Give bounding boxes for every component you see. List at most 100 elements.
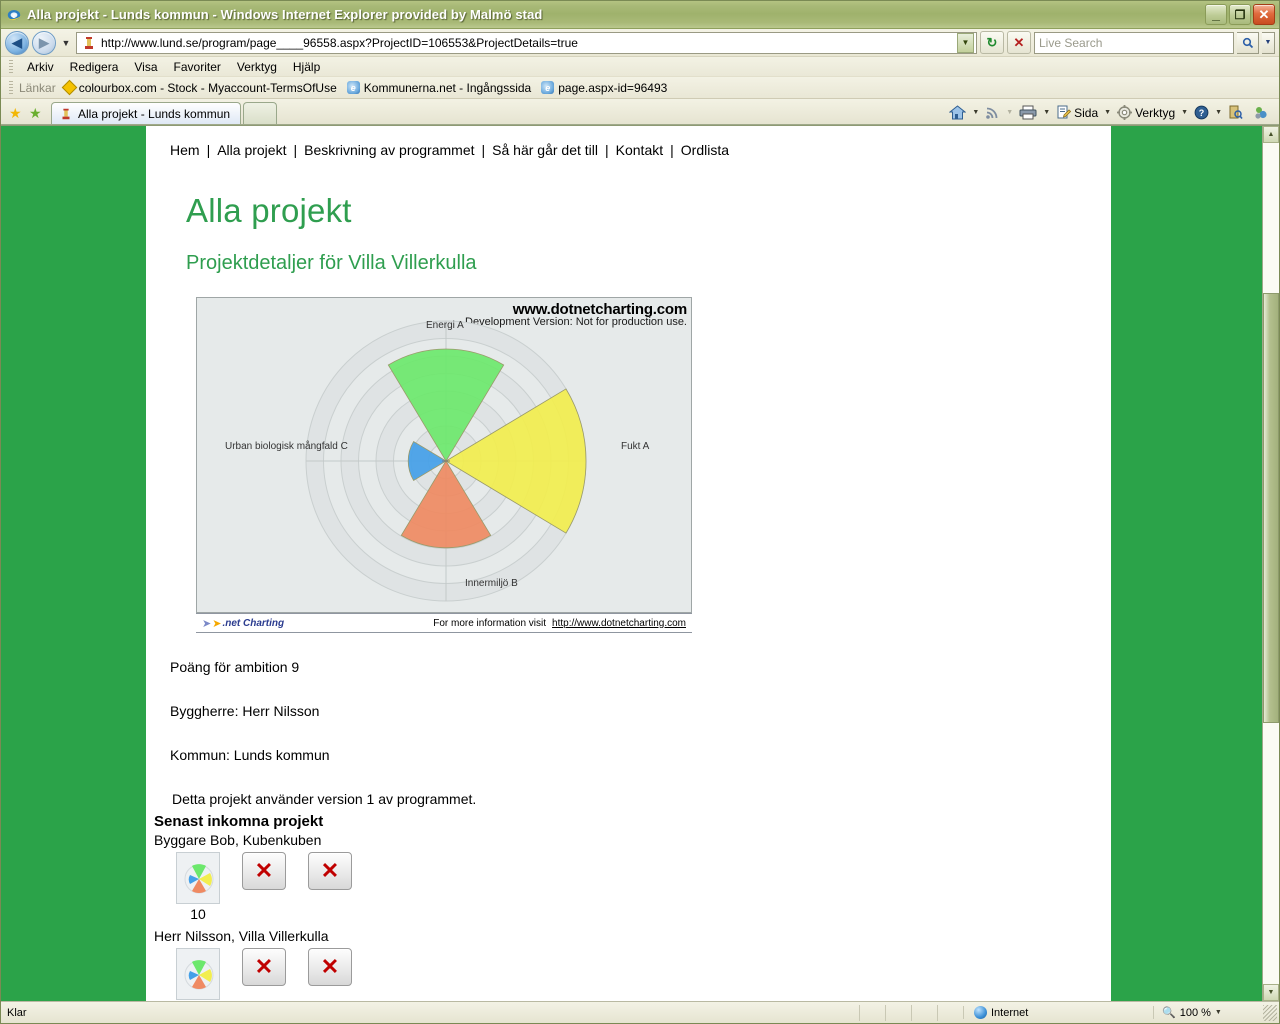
status-cell: [937, 1004, 963, 1021]
dotnetcharting-logo: ➤ ➤ .net Charting: [202, 617, 284, 630]
print-caret-icon[interactable]: ▼: [1043, 109, 1050, 116]
history-dropdown-button[interactable]: ▼: [59, 38, 73, 48]
scroll-up-button[interactable]: ▲: [1263, 126, 1279, 143]
feeds-button[interactable]: [981, 104, 1004, 121]
messenger-button[interactable]: [1249, 104, 1273, 121]
menu-grip[interactable]: [9, 59, 13, 74]
restore-button[interactable]: ❐: [1229, 4, 1251, 25]
link-label: page.aspx-id=96493: [558, 80, 668, 95]
page-menu-button[interactable]: Sida: [1052, 104, 1102, 121]
link-label: Kommunerna.net - Ingångssida: [363, 80, 532, 95]
close-icon: ✕: [1258, 7, 1270, 22]
vertical-scrollbar[interactable]: ▲ ▼: [1262, 126, 1279, 1001]
recent-project-row: 10 ✕ ✕: [154, 852, 1111, 922]
title-bar: e Alla projekt - Lunds kommun - Windows …: [1, 1, 1279, 29]
search-button[interactable]: [1237, 31, 1259, 54]
project-thumbnail[interactable]: [176, 948, 220, 1000]
list-item: Byggare Bob, Kubenkuben 10 ✕ ✕: [154, 832, 1111, 922]
scroll-track[interactable]: [1263, 143, 1279, 984]
minimize-button[interactable]: _: [1205, 4, 1227, 25]
close-button[interactable]: ✕: [1253, 4, 1275, 25]
rss-icon: [986, 107, 998, 119]
search-placeholder: Live Search: [1039, 35, 1103, 50]
help-caret-icon[interactable]: ▼: [1215, 109, 1222, 116]
project-details: Poäng för ambition 9 Byggherre: Herr Nil…: [170, 659, 1111, 807]
nav-separator: |: [206, 142, 211, 158]
tab-alla-projekt[interactable]: Alla projekt - Lunds kommun: [51, 102, 242, 124]
delete-project-button[interactable]: ✕: [242, 852, 286, 890]
site-favicon-icon: [59, 107, 73, 121]
remove-project-button[interactable]: ✕: [308, 948, 352, 986]
favorites-center-icon[interactable]: ★: [9, 106, 23, 120]
status-text: Klar: [7, 1006, 27, 1019]
url-bar[interactable]: http://www.lund.se/program/page____96558…: [76, 31, 977, 54]
print-button[interactable]: [1015, 104, 1041, 121]
polar-chart: www.dotnetcharting.com Development Versi…: [196, 297, 692, 613]
nav-item-sa-har-gar-det-till[interactable]: Så här går det till: [492, 142, 598, 158]
project-thumbnail[interactable]: [176, 852, 220, 904]
command-bar: ▼ ▼ ▼ Sida ▼ Verktyg ▼ ? ▼: [945, 104, 1279, 124]
search-input[interactable]: Live Search: [1034, 31, 1234, 54]
url-text[interactable]: http://www.lund.se/program/page____96558…: [101, 36, 957, 50]
home-caret-icon[interactable]: ▼: [972, 109, 979, 116]
search-options-button[interactable]: ▼: [1262, 31, 1275, 54]
axis-label-urban-biologisk-mangfald: Urban biologisk mångfald C: [225, 441, 348, 452]
tools-caret-icon[interactable]: ▼: [1181, 109, 1188, 116]
menu-item-favoriter[interactable]: Favoriter: [166, 58, 229, 76]
home-button[interactable]: [945, 104, 970, 121]
link-colourbox[interactable]: colourbox.com - Stock - Myaccount-TermsO…: [61, 79, 345, 96]
tab-label: Alla projekt - Lunds kommun: [78, 106, 231, 121]
nav-item-alla-projekt[interactable]: Alla projekt: [217, 142, 286, 158]
research-button[interactable]: [1224, 104, 1247, 121]
link-page-aspx[interactable]: e page.aspx-id=96493: [539, 81, 675, 95]
nav-separator: |: [481, 142, 486, 158]
forward-arrow-icon: ▶: [39, 34, 49, 50]
nav-item-kontakt[interactable]: Kontakt: [616, 142, 663, 158]
chevron-down-icon: ▼: [1267, 989, 1275, 996]
chevron-down-icon[interactable]: ▼: [1215, 1009, 1222, 1016]
menu-item-hjalp[interactable]: Hjälp: [285, 58, 328, 76]
resize-grip[interactable]: [1263, 1004, 1277, 1021]
chart-footer: ➤ ➤ .net Charting For more information v…: [196, 613, 692, 633]
nav-separator: |: [605, 142, 609, 158]
remove-project-button[interactable]: ✕: [308, 852, 352, 890]
links-grip[interactable]: [9, 80, 13, 95]
zoom-control[interactable]: 🔍 100 % ▼: [1153, 1006, 1263, 1019]
forward-button[interactable]: ▶: [32, 30, 56, 55]
new-tab-button[interactable]: [243, 102, 278, 124]
page-icon: [1057, 105, 1072, 119]
link-kommunerna[interactable]: e Kommunerna.net - Ingångssida: [345, 81, 539, 95]
messenger-icon: [1255, 107, 1267, 119]
menu-item-verktyg[interactable]: Verktyg: [229, 58, 285, 76]
security-zone[interactable]: Internet: [963, 1006, 1153, 1019]
print-icon: [1019, 105, 1037, 120]
scroll-thumb[interactable]: [1263, 293, 1279, 723]
tools-menu-button[interactable]: Verktyg: [1113, 104, 1179, 121]
refresh-button[interactable]: ↻: [980, 31, 1004, 54]
nav-item-beskrivning[interactable]: Beskrivning av programmet: [304, 142, 474, 158]
scroll-down-button[interactable]: ▼: [1263, 984, 1279, 1001]
menu-item-visa[interactable]: Visa: [126, 58, 165, 76]
status-cell: [859, 1004, 885, 1021]
dotnetcharting-link[interactable]: http://www.dotnetcharting.com: [552, 618, 686, 629]
polar-chart-plot: [305, 320, 587, 602]
page-title: Alla projekt: [186, 192, 352, 229]
delete-project-button[interactable]: ✕: [242, 948, 286, 986]
page-caret-icon[interactable]: ▼: [1104, 109, 1111, 116]
add-to-favorites-icon[interactable]: ★: [29, 106, 43, 120]
menu-item-redigera[interactable]: Redigera: [62, 58, 127, 76]
home-icon: [949, 105, 967, 120]
stop-icon: ✕: [1013, 34, 1025, 50]
gear-icon: [1117, 105, 1133, 120]
detail-version: Detta projekt använder version 1 av prog…: [172, 791, 477, 807]
back-button[interactable]: ◀: [5, 30, 29, 55]
menu-item-arkiv[interactable]: Arkiv: [19, 58, 62, 76]
feeds-caret-icon[interactable]: ▼: [1006, 109, 1013, 116]
url-dropdown-button[interactable]: ▼: [957, 32, 974, 53]
help-button[interactable]: ?: [1190, 104, 1213, 121]
axis-label-fukt: Fukt A: [621, 441, 650, 452]
nav-item-ordlista[interactable]: Ordlista: [681, 142, 729, 158]
page-menu-label: Sida: [1074, 105, 1099, 120]
stop-button[interactable]: ✕: [1007, 31, 1031, 54]
nav-item-hem[interactable]: Hem: [170, 142, 200, 158]
